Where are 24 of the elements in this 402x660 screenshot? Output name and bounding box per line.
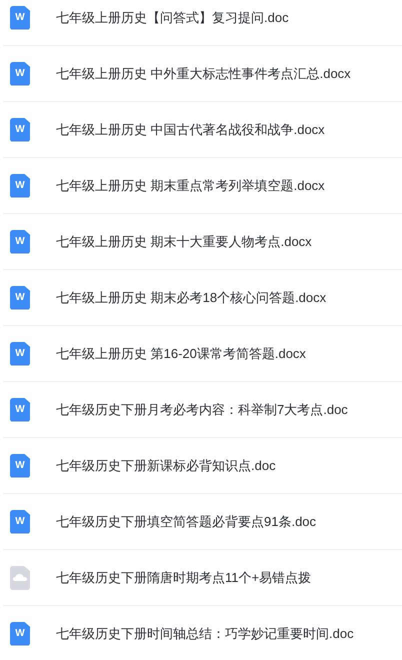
file-name[interactable]: 七年级上册历史 期末十大重要人物考点.docx — [56, 232, 312, 252]
file-name[interactable]: 七年级上册历史 中国古代著名战役和战争.docx — [56, 120, 325, 140]
file-name[interactable]: 七年级上册历史【问答式】复习提问.doc — [56, 8, 289, 28]
word-document-icon: W — [10, 6, 30, 30]
file-name[interactable]: 七年级历史下册填空简答题必背要点91条.doc — [56, 512, 316, 532]
word-document-icon: W — [10, 510, 30, 534]
word-document-icon: W — [10, 342, 30, 366]
file-name[interactable]: 七年级上册历史 第16-20课常考简答题.docx — [56, 344, 306, 364]
file-name[interactable]: 七年级历史下册月考必考内容：科举制7大考点.doc — [56, 400, 348, 420]
word-document-icon: W — [10, 174, 30, 198]
file-name[interactable]: 七年级上册历史 期末必考18个核心问答题.docx — [56, 288, 326, 308]
file-name[interactable]: 七年级上册历史 中外重大标志性事件考点汇总.docx — [56, 64, 351, 84]
word-document-icon: W — [10, 62, 30, 86]
cloud-file-icon — [10, 566, 30, 590]
word-document-icon: W — [10, 286, 30, 310]
word-document-icon: W — [10, 454, 30, 478]
file-name[interactable]: 七年级历史下册时间轴总结：巧学妙记重要时间.doc — [56, 624, 354, 644]
file-name[interactable]: 七年级历史下册隋唐时期考点11个+易错点拨 — [56, 568, 312, 588]
file-name[interactable]: 七年级上册历史 期末重点常考列举填空题.docx — [56, 176, 325, 196]
file-name[interactable]: 七年级历史下册新课标必背知识点.doc — [56, 456, 276, 476]
word-document-icon: W — [10, 230, 30, 254]
word-document-icon: W — [10, 398, 30, 422]
word-document-icon: W — [10, 622, 30, 646]
word-document-icon: W — [10, 118, 30, 142]
